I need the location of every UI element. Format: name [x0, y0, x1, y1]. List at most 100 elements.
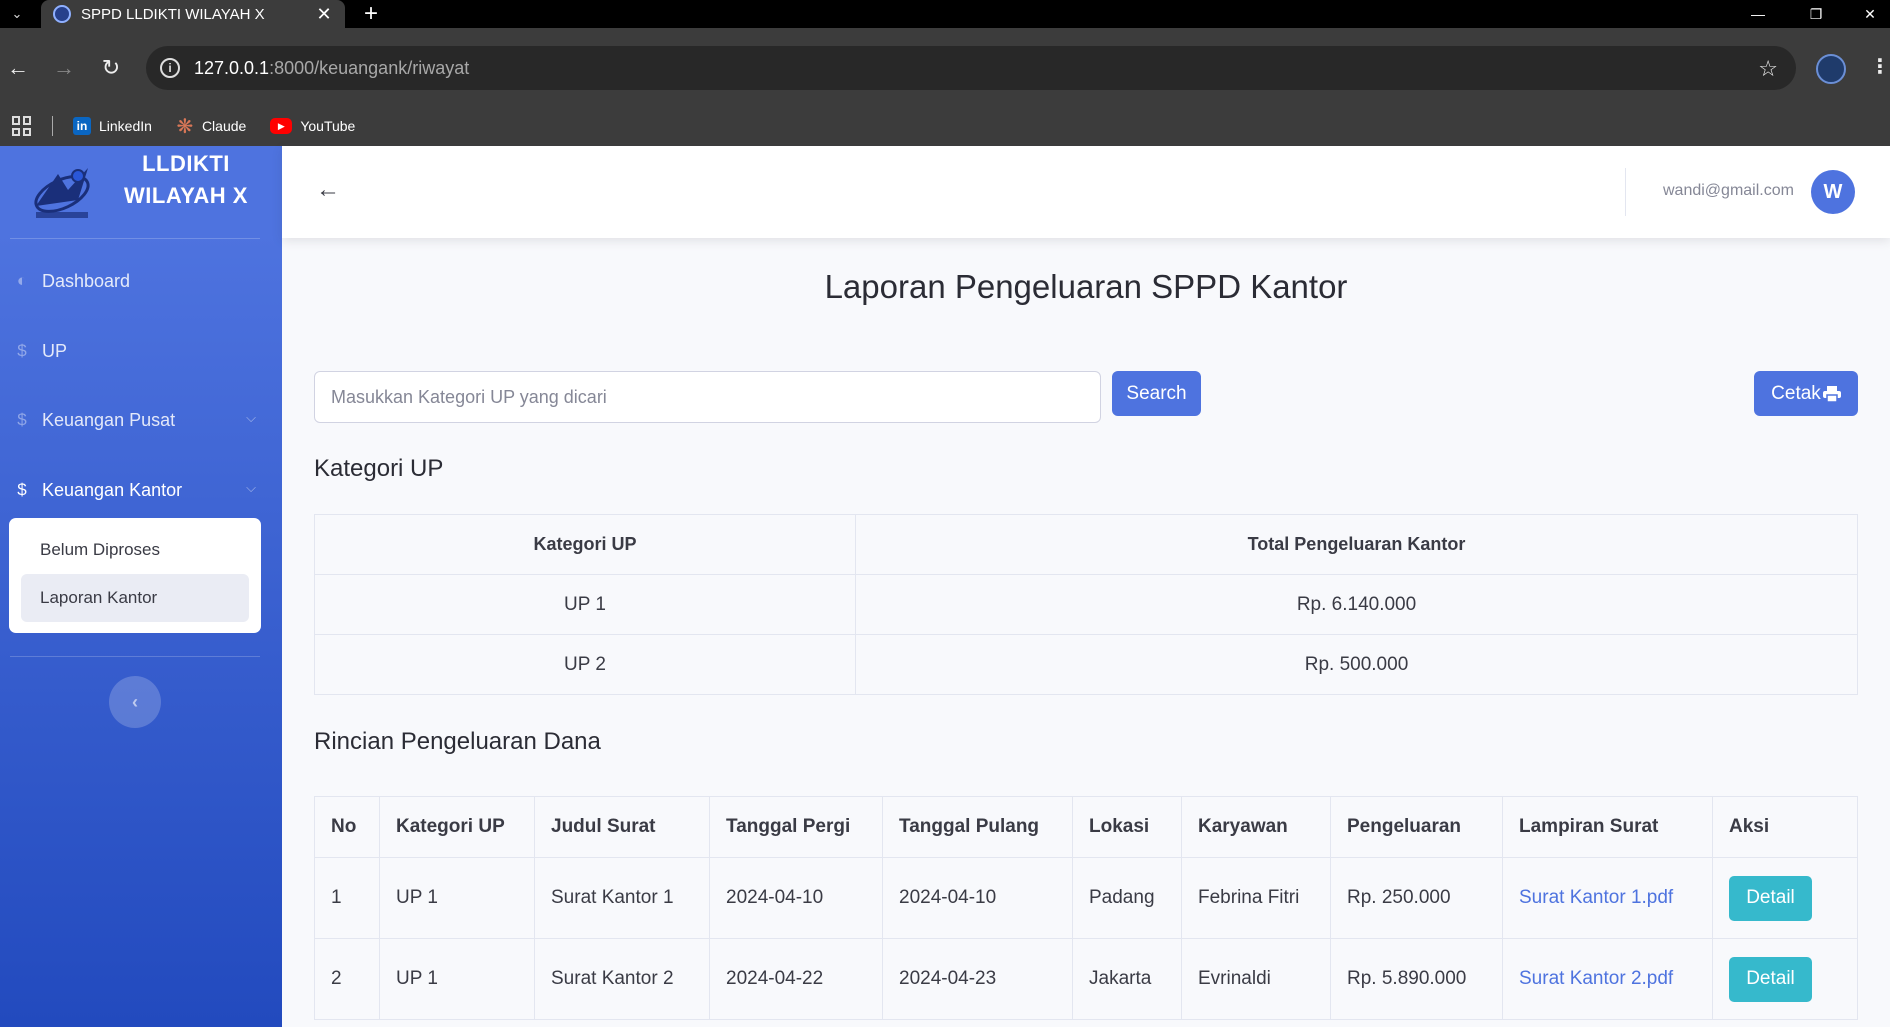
new-tab-button[interactable]: +: [358, 0, 384, 28]
bookmark-claude[interactable]: ❋ Claude: [176, 115, 247, 138]
table-cell: Febrina Fitri: [1181, 857, 1331, 939]
url-host: 127.0.0.1: [194, 57, 270, 78]
column-header: Pengeluaran: [1330, 796, 1503, 858]
linkedin-icon: in: [73, 117, 91, 135]
sidebar-item-label: Keuangan Pusat: [42, 409, 176, 430]
table-header-row: Kategori UP Total Pengeluaran Kantor: [314, 514, 1858, 575]
url-path: :8000/keuangank/riwayat: [269, 57, 470, 78]
column-header: Lampiran Surat: [1502, 796, 1713, 858]
tab-search-icon[interactable]: ⌄: [4, 0, 30, 28]
tachometer-icon: ◐: [16, 271, 28, 290]
browser-back-button[interactable]: ←: [0, 46, 36, 90]
table-cell: 1: [314, 857, 380, 939]
column-header: Aksi: [1712, 796, 1858, 858]
site-info-icon[interactable]: i: [160, 58, 180, 78]
table-cell: Rp. 500.000: [855, 634, 1858, 695]
column-header: Tanggal Pergi: [709, 796, 883, 858]
sidebar-item-keuangan-kantor[interactable]: $ Keuangan Kantor ⌵: [0, 462, 282, 518]
sidebar-toggle-button[interactable]: ‹: [109, 676, 161, 728]
restore-window-button[interactable]: ❐: [1796, 0, 1836, 28]
page-title: Laporan Pengeluaran SPPD Kantor: [824, 268, 1348, 305]
table-cell: Evrinaldi: [1181, 938, 1331, 1020]
print-button[interactable]: Cetak: [1754, 371, 1858, 416]
dollar-icon: $: [17, 410, 27, 429]
brand-title: LLDIKTI WILAYAH X: [124, 151, 248, 208]
tab-title: SPPD LLDIKTI WILAYAH X: [81, 5, 265, 23]
search-input[interactable]: [314, 371, 1101, 423]
sidebar-item-up[interactable]: $ UP: [0, 323, 282, 379]
table-row: 2 UP 1 Surat Kantor 2 2024-04-22 2024-04…: [314, 938, 1858, 1020]
search-button[interactable]: Search: [1112, 371, 1201, 416]
column-header: Kategori UP: [379, 796, 535, 858]
table-cell: 2024-04-22: [709, 938, 883, 1020]
table-cell: UP 2: [314, 634, 856, 695]
table-cell: Surat Kantor 2: [534, 938, 710, 1020]
minimize-window-button[interactable]: —: [1738, 0, 1778, 28]
reload-button[interactable]: ↻: [93, 46, 129, 90]
column-header: No: [314, 796, 380, 858]
browser-tab[interactable]: SPPD LLDIKTI WILAYAH X ✕: [41, 0, 345, 28]
youtube-icon: ▶: [270, 118, 293, 134]
print-button-label: Cetak: [1771, 382, 1821, 404]
detail-button[interactable]: Detail: [1729, 875, 1812, 921]
kategori-heading: Kategori UP: [314, 455, 444, 482]
table-header-row: No Kategori UP Judul Surat Tanggal Pergi…: [314, 796, 1858, 858]
column-header: Lokasi: [1072, 796, 1182, 858]
table-cell: Rp. 6.140.000: [855, 574, 1858, 635]
attachment-link[interactable]: Surat Kantor 2.pdf: [1502, 938, 1713, 1020]
sidebar-item-dashboard[interactable]: ◐ Dashboard: [0, 253, 282, 309]
table-cell: 2024-04-10: [882, 857, 1073, 939]
submenu-item-laporan-kantor[interactable]: Laporan Kantor: [21, 574, 249, 622]
sidebar-item-keuangan-pusat[interactable]: $ Keuangan Pusat ⌵: [0, 392, 282, 448]
bookmark-label: YouTube: [300, 118, 356, 134]
table-row: 1 UP 1 Surat Kantor 1 2024-04-10 2024-04…: [314, 857, 1858, 939]
chevron-down-icon: ⌵: [246, 480, 256, 495]
browser-toolbar: ← → ↻ i 127.0.0.1 :8000/keuangank/riwaya…: [0, 28, 1890, 112]
detail-button[interactable]: Detail: [1729, 956, 1812, 1002]
table-cell: Rp. 250.000: [1330, 857, 1503, 939]
column-header: Tanggal Pulang: [882, 796, 1073, 858]
user-email[interactable]: wandi@gmail.com: [1663, 182, 1794, 200]
apps-grid-icon[interactable]: [12, 116, 32, 136]
column-header: Karyawan: [1181, 796, 1331, 858]
bookmarks-bar: in LinkedIn ❋ Claude ▶ YouTube: [0, 106, 1890, 146]
bookmark-label: LinkedIn: [99, 118, 152, 134]
dollar-icon: $: [17, 480, 27, 499]
topbar: ← wandi@gmail.com W: [282, 146, 1890, 238]
column-header: Judul Surat: [534, 796, 710, 858]
table-cell: Jakarta: [1072, 938, 1182, 1020]
claude-icon: ❋: [176, 115, 194, 138]
bookmark-star-icon[interactable]: ☆: [1758, 56, 1778, 82]
sidebar-item-label: Dashboard: [42, 270, 131, 291]
printer-icon: [1822, 385, 1841, 402]
table-row: UP 1 Rp. 6.140.000: [314, 574, 1858, 635]
table-cell: 2024-04-10: [709, 857, 883, 939]
table-cell: UP 1: [314, 574, 856, 635]
site-favicon-icon: [53, 5, 71, 23]
sidebar-divider: [10, 656, 260, 657]
bookmark-youtube[interactable]: ▶ YouTube: [270, 118, 355, 134]
table-cell: Surat Kantor 1: [534, 857, 710, 939]
browser-menu-icon[interactable]: ⋮: [1870, 54, 1890, 79]
sidebar-brand[interactable]: LLDIKTI WILAYAH X: [0, 146, 282, 238]
submenu-item-belum-diproses[interactable]: Belum Diproses: [21, 526, 249, 574]
browser-tab-strip: ⌄ SPPD LLDIKTI WILAYAH X ✕ + — ❐ ✕: [0, 0, 1890, 28]
bookmark-linkedin[interactable]: in LinkedIn: [73, 117, 152, 135]
address-bar[interactable]: i 127.0.0.1 :8000/keuangank/riwayat ☆: [146, 46, 1796, 90]
ristekdikti-logo-icon: [34, 168, 90, 218]
table-cell: Rp. 5.890.000: [1330, 938, 1503, 1020]
close-tab-icon[interactable]: ✕: [315, 4, 333, 25]
table-row: UP 2 Rp. 500.000: [314, 634, 1858, 695]
table-cell-actions: Detail: [1712, 938, 1858, 1020]
table-cell: UP 1: [379, 938, 535, 1020]
user-avatar[interactable]: W: [1811, 170, 1855, 214]
sidebar-divider: [10, 238, 260, 239]
rincian-table: No Kategori UP Judul Surat Tanggal Pergi…: [314, 796, 1858, 1020]
back-arrow-icon[interactable]: ←: [316, 176, 340, 204]
browser-forward-button[interactable]: →: [46, 46, 82, 90]
close-window-button[interactable]: ✕: [1850, 0, 1890, 28]
bookmarks-separator: [52, 116, 53, 136]
sidebar-item-label: UP: [42, 340, 68, 361]
browser-profile-avatar[interactable]: [1816, 54, 1846, 84]
attachment-link[interactable]: Surat Kantor 1.pdf: [1502, 857, 1713, 939]
